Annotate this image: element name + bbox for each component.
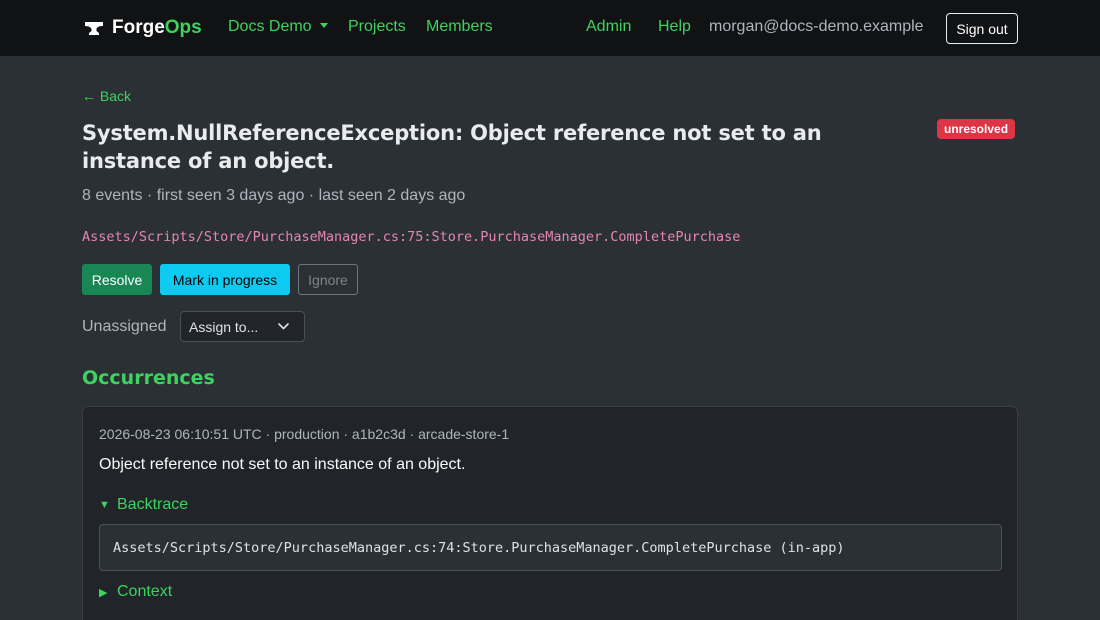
nav-projects-link[interactable]: Projects [348,18,406,36]
context-toggle[interactable]: ▶ Context [99,583,172,601]
caret-down-icon [319,23,328,28]
user-email: morgan@docs-demo.example [709,18,924,35]
ignore-button[interactable]: Ignore [298,264,358,295]
sign-out-button[interactable]: Sign out [946,13,1018,44]
project-dropdown-label: Docs Demo [228,18,312,35]
backtrace-toggle[interactable]: ▼ Backtrace [99,496,188,514]
nav-members-link[interactable]: Members [426,18,493,36]
occurrences-heading: Occurrences [82,367,215,389]
back-link[interactable]: ← Back [82,88,131,104]
context-label: Context [117,583,173,600]
anvil-icon [84,20,104,36]
assignee-label: Unassigned [82,318,167,335]
backtrace-label: Backtrace [117,496,189,513]
issue-title: System.NullReferenceException: Object re… [82,121,822,173]
nav-admin-link[interactable]: Admin [586,18,631,36]
triangle-right-icon: ▶ [99,586,108,599]
nav-help-link[interactable]: Help [658,18,691,36]
assign-select[interactable]: Assign to... [180,311,305,342]
brand-logo[interactable]: ForgeOps [84,17,202,39]
issue-culprit: Assets/Scripts/Store/PurchaseManager.cs:… [82,229,741,245]
top-navbar: ForgeOps Docs Demo Projects Members Admi… [0,0,1100,56]
assign-select-value: Assign to... [189,318,259,335]
occurrence-message: Object reference not set to an instance … [99,456,466,473]
occurrence-card: 2026-08-23 06:10:51 UTC · production · a… [82,406,1018,620]
resolve-button[interactable]: Resolve [82,264,152,295]
brand-name: ForgeOps [112,17,202,38]
issue-meta: 8 events · first seen 3 days ago · last … [82,187,466,204]
backtrace-frame: Assets/Scripts/Store/PurchaseManager.cs:… [99,524,1002,571]
mark-in-progress-button[interactable]: Mark in progress [160,264,290,295]
project-dropdown[interactable]: Docs Demo [228,18,328,36]
chevron-down-icon [278,323,289,330]
status-badge: unresolved [937,119,1016,139]
triangle-down-icon: ▼ [99,499,110,511]
occurrence-meta: 2026-08-23 06:10:51 UTC · production · a… [99,426,510,442]
